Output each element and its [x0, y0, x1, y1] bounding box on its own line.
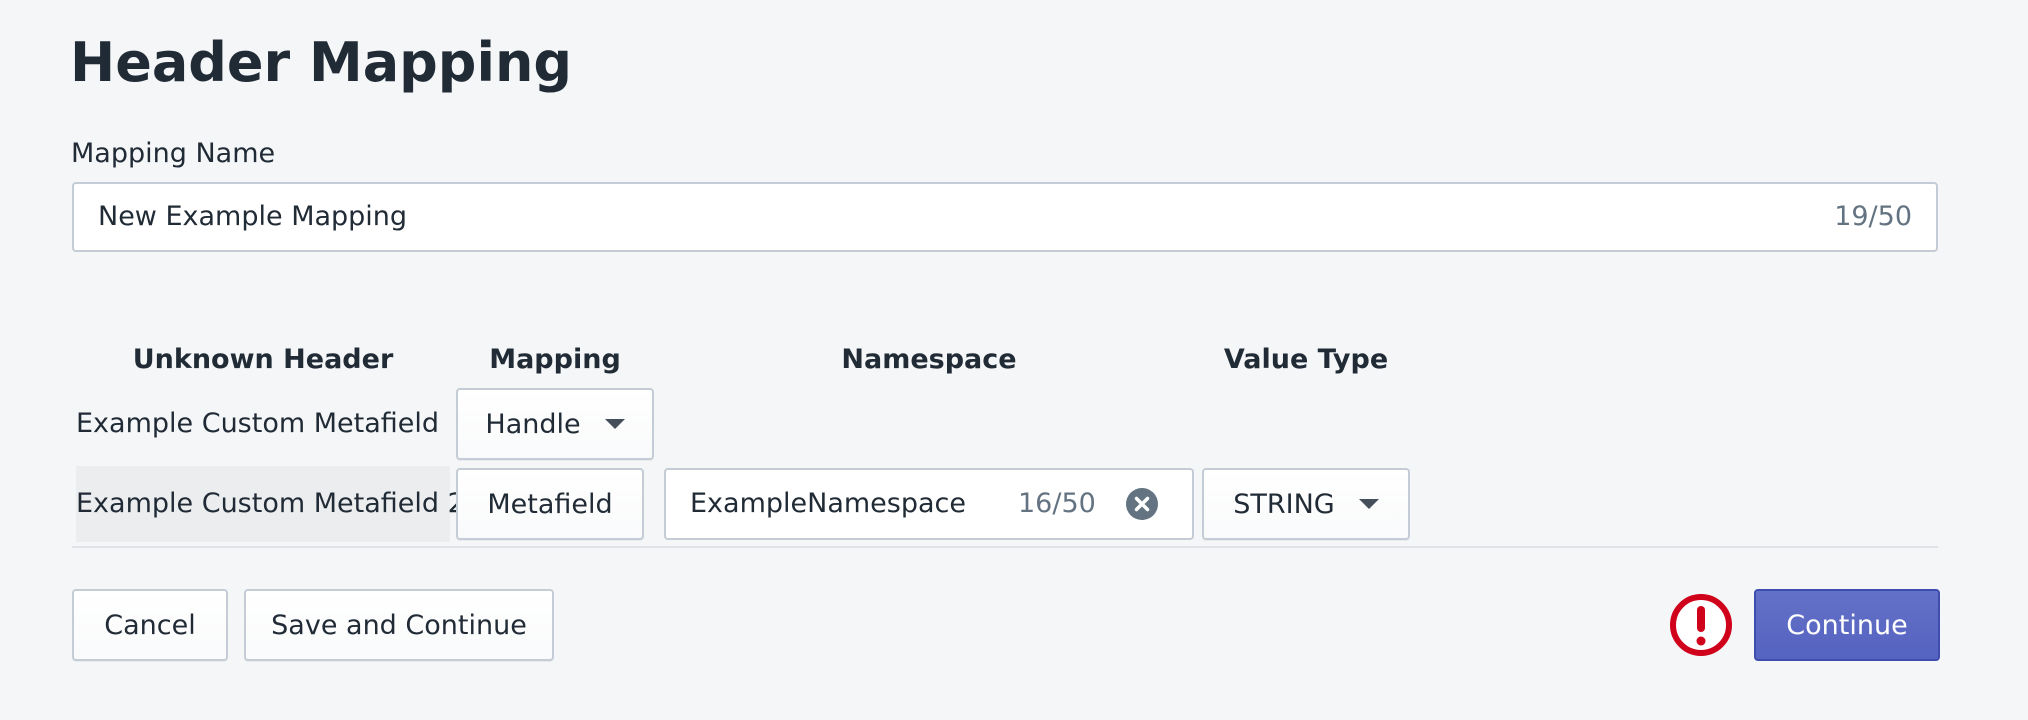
mapping-name-label: Mapping Name [71, 138, 276, 169]
mapping-name-value: New Example Mapping [98, 201, 408, 232]
mapping-name-input[interactable]: New Example Mapping 19/50 [72, 182, 1938, 252]
namespace-counter: 16/50 [1018, 488, 1096, 519]
header-namespace: Namespace [841, 344, 1017, 375]
mapping-select-value: Metafield [487, 488, 613, 520]
unknown-header-cell: Example Custom Metafield [76, 408, 440, 439]
value-type-value: STRING [1233, 488, 1335, 520]
page-title: Header Mapping [70, 31, 573, 94]
save-and-continue-label: Save and Continue [271, 609, 527, 641]
clear-circle-icon[interactable] [1126, 488, 1158, 520]
caret-down-icon [1358, 499, 1379, 509]
mapping-select-row-1[interactable]: Handle [456, 388, 654, 460]
value-type-select[interactable]: STRING [1202, 468, 1410, 540]
caret-down-icon [604, 419, 625, 429]
alert-exclamation-icon [1670, 594, 1732, 656]
continue-button-label: Continue [1786, 609, 1908, 641]
unknown-header-cell: Example Custom Metafield 2 [76, 488, 465, 519]
header-unknown-header: Unknown Header [132, 344, 394, 375]
continue-button[interactable]: Continue [1754, 589, 1940, 661]
namespace-input[interactable]: ExampleNamespace 16/50 [664, 468, 1194, 540]
cancel-button[interactable]: Cancel [72, 589, 228, 661]
mapping-name-counter: 19/50 [1834, 201, 1912, 232]
namespace-value: ExampleNamespace [690, 488, 966, 519]
header-value-type: Value Type [1223, 344, 1389, 375]
mapping-select-row-2[interactable]: Metafield [456, 468, 644, 540]
divider [72, 546, 1938, 548]
cancel-button-label: Cancel [104, 609, 196, 641]
header-mapping: Mapping [489, 344, 621, 375]
save-and-continue-button[interactable]: Save and Continue [244, 589, 554, 661]
mapping-select-value: Handle [485, 408, 581, 440]
